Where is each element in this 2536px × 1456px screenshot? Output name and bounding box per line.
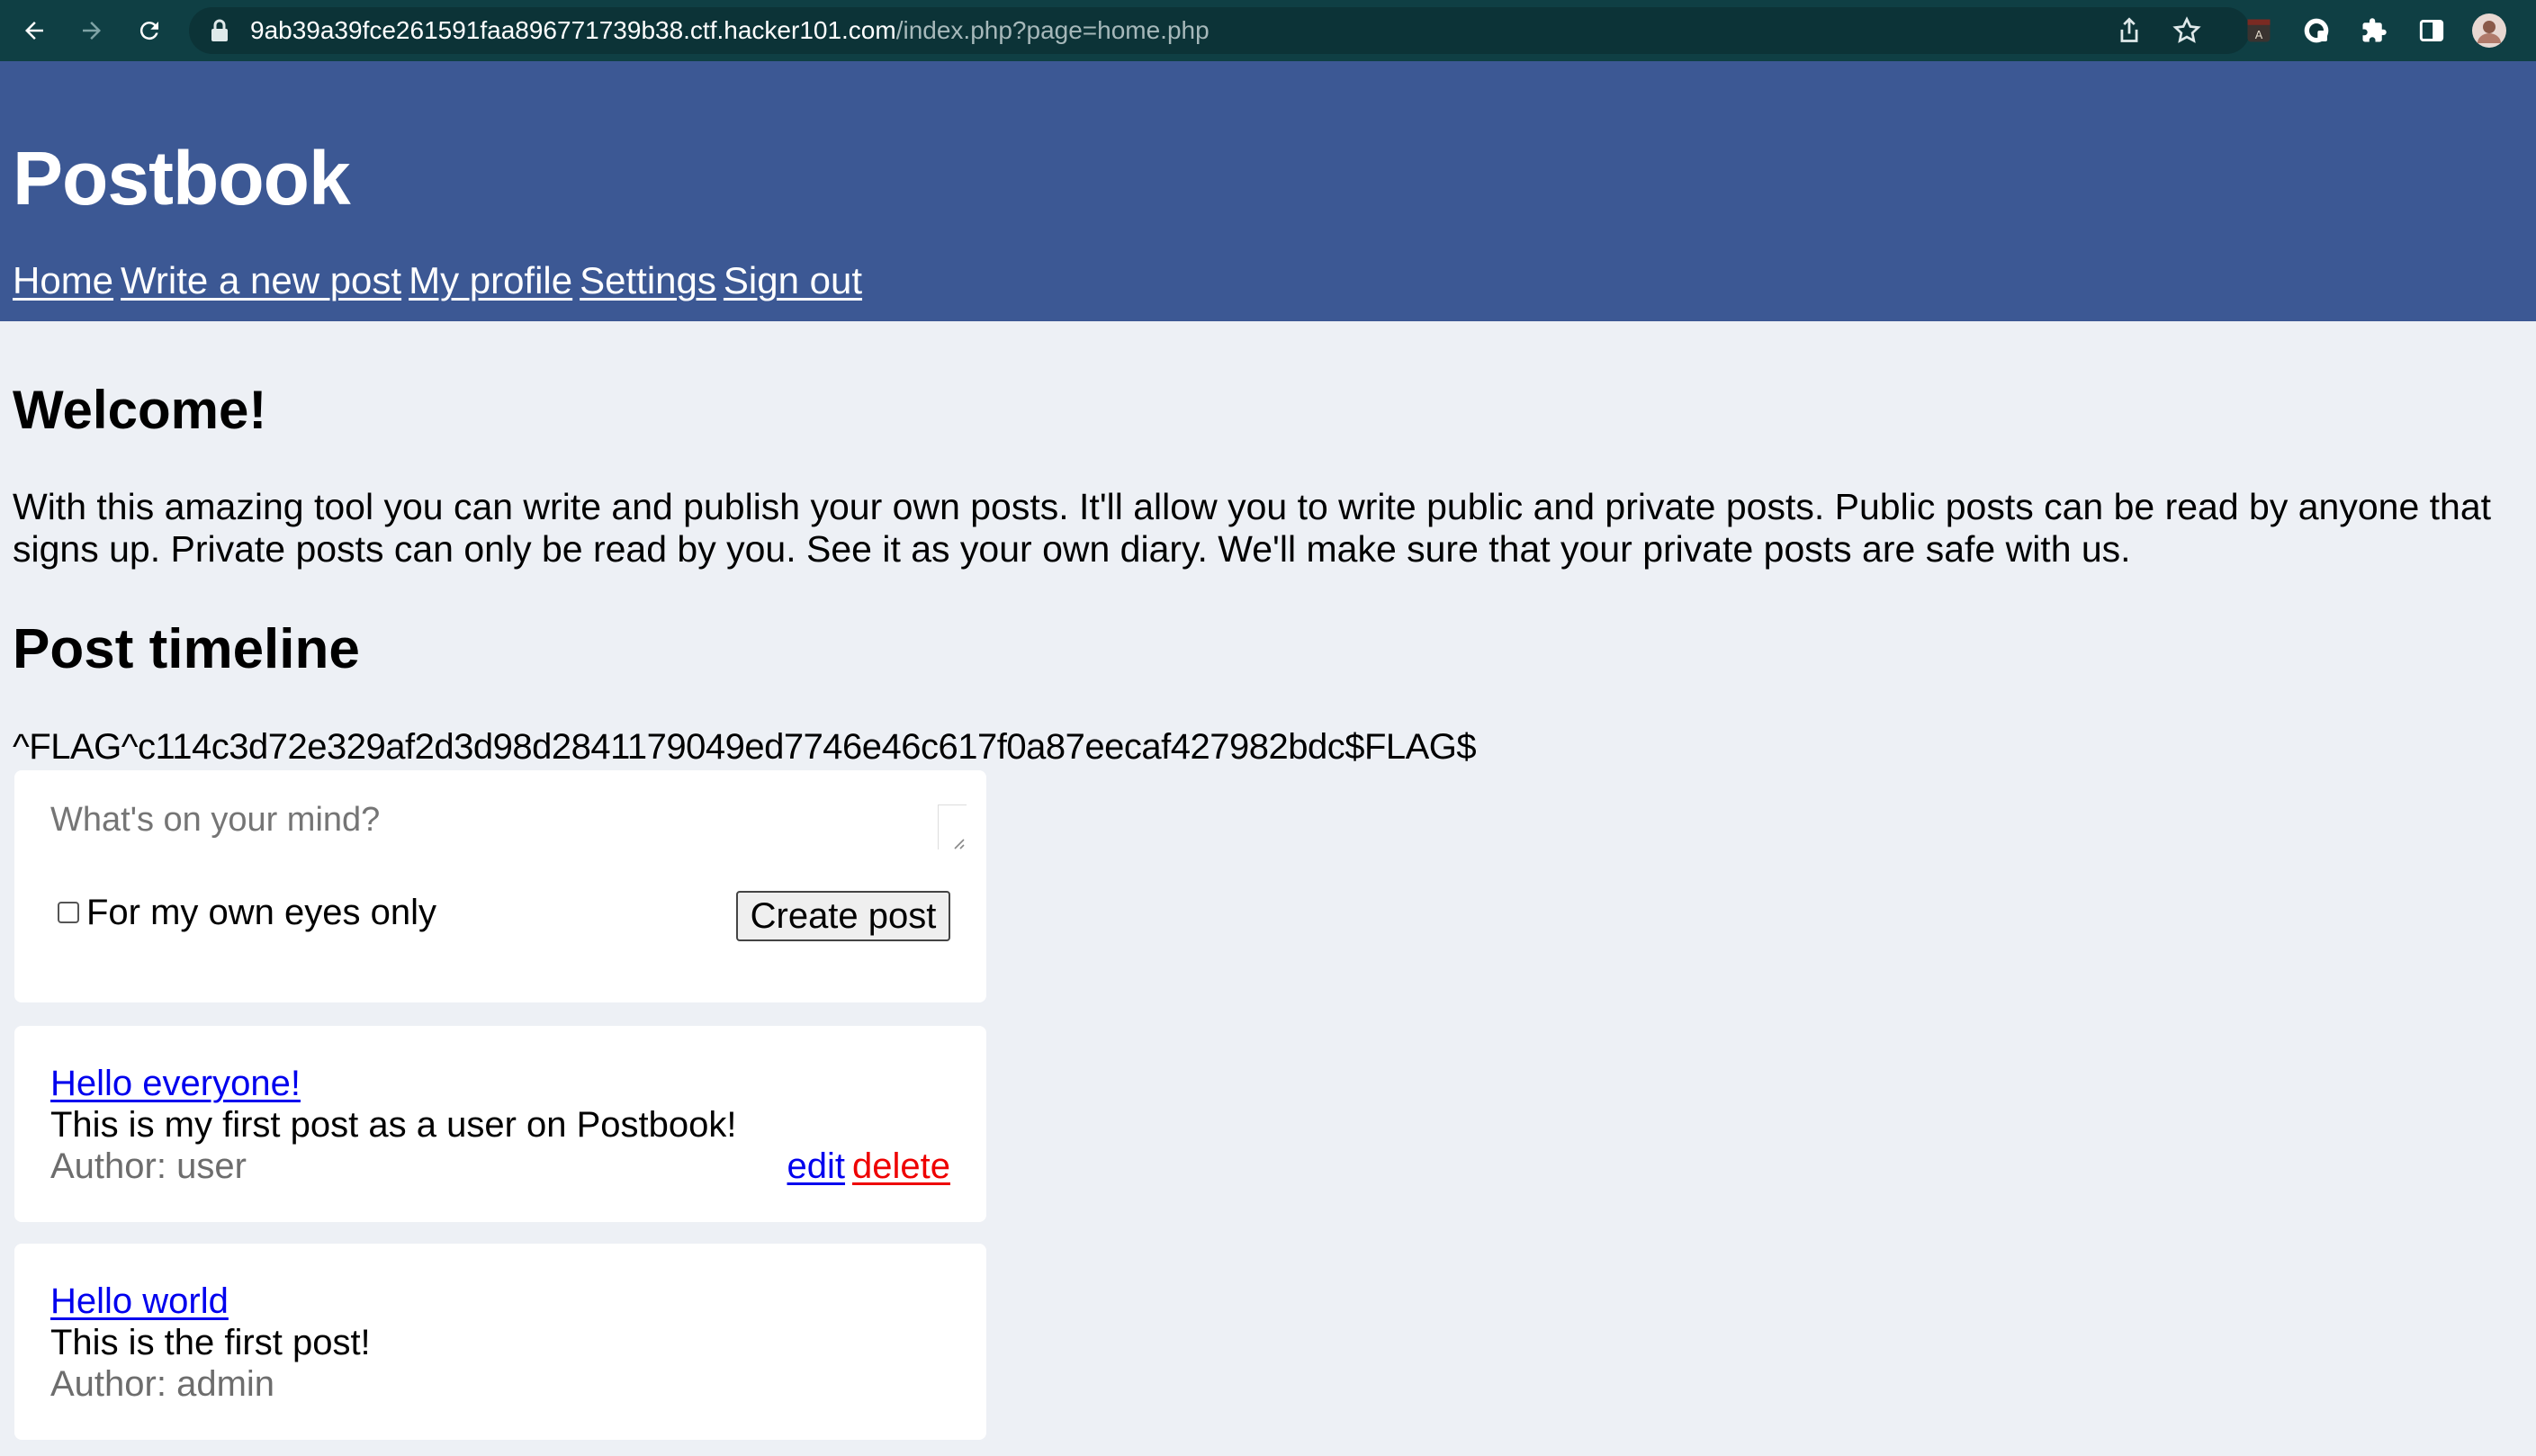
svg-text:A: A	[2255, 28, 2263, 41]
post-card: Hello everyone! This is my first post as…	[14, 1026, 986, 1222]
post-textarea[interactable]	[50, 801, 967, 860]
nav-write-post[interactable]: Write a new post	[121, 259, 401, 301]
side-panel-icon[interactable]	[2414, 13, 2450, 49]
intro-text: With this amazing tool you can write and…	[13, 486, 2492, 570]
private-checkbox-label: For my own eyes only	[86, 893, 437, 932]
nav-sign-out[interactable]: Sign out	[724, 259, 862, 301]
edit-post-link[interactable]: edit	[787, 1146, 846, 1186]
post-body: This is my first post as a user on Postb…	[50, 1105, 737, 1145]
private-checkbox[interactable]	[58, 902, 79, 923]
textarea-resize-handle[interactable]	[938, 804, 967, 849]
create-post-form: For my own eyes only Create post	[14, 770, 986, 1002]
forward-arrow-icon[interactable]	[74, 13, 110, 49]
welcome-heading: Welcome!	[13, 380, 267, 440]
private-toggle[interactable]: For my own eyes only	[58, 891, 436, 934]
nav-my-profile[interactable]: My profile	[409, 259, 572, 301]
main-nav: Home Write a new post My profile Settings Si…	[13, 257, 869, 304]
puzzle-icon[interactable]	[2356, 13, 2392, 49]
timeline-heading: Post timeline	[13, 618, 360, 680]
post-author: Author: user	[50, 1146, 247, 1186]
extension-a-icon[interactable]: A	[2241, 13, 2277, 49]
site-header: Postbook Home Write a new post My profile S…	[0, 61, 2536, 321]
post-body: This is the first post!	[50, 1323, 371, 1362]
profile-avatar-icon[interactable]	[2471, 13, 2507, 49]
nav-home[interactable]: Home	[13, 259, 113, 301]
share-icon[interactable]	[2111, 13, 2147, 49]
post-title-link[interactable]: Hello world	[50, 1280, 229, 1323]
post-title-link[interactable]: Hello everyone!	[50, 1062, 301, 1105]
post-author: Author: admin	[50, 1364, 275, 1404]
url-text[interactable]: 9ab39a39fce261591faa896771739b38.ctf.hac…	[250, 14, 1210, 47]
nav-settings[interactable]: Settings	[580, 259, 716, 301]
browser-toolbar: 9ab39a39fce261591faa896771739b38.ctf.hac…	[0, 0, 2536, 61]
site-title: Postbook	[13, 136, 351, 220]
star-icon[interactable]	[2169, 13, 2205, 49]
delete-post-link[interactable]: delete	[852, 1146, 950, 1186]
url-path: /index.php?page=home.php	[895, 16, 1210, 44]
lock-icon[interactable]	[203, 13, 236, 49]
post-actions: edit delete	[787, 1145, 950, 1188]
reload-icon[interactable]	[131, 13, 167, 49]
create-post-button[interactable]: Create post	[736, 891, 950, 941]
extension-shield-icon[interactable]	[2298, 13, 2334, 49]
flag-text: ^FLAG^c114c3d72e329af2d3d98d2841179049ed…	[13, 727, 1477, 767]
post-card: Hello world This is the first post! Auth…	[14, 1244, 986, 1440]
url-host: 9ab39a39fce261591faa896771739b38.ctf.hac…	[250, 16, 896, 44]
back-arrow-icon[interactable]	[16, 13, 52, 49]
